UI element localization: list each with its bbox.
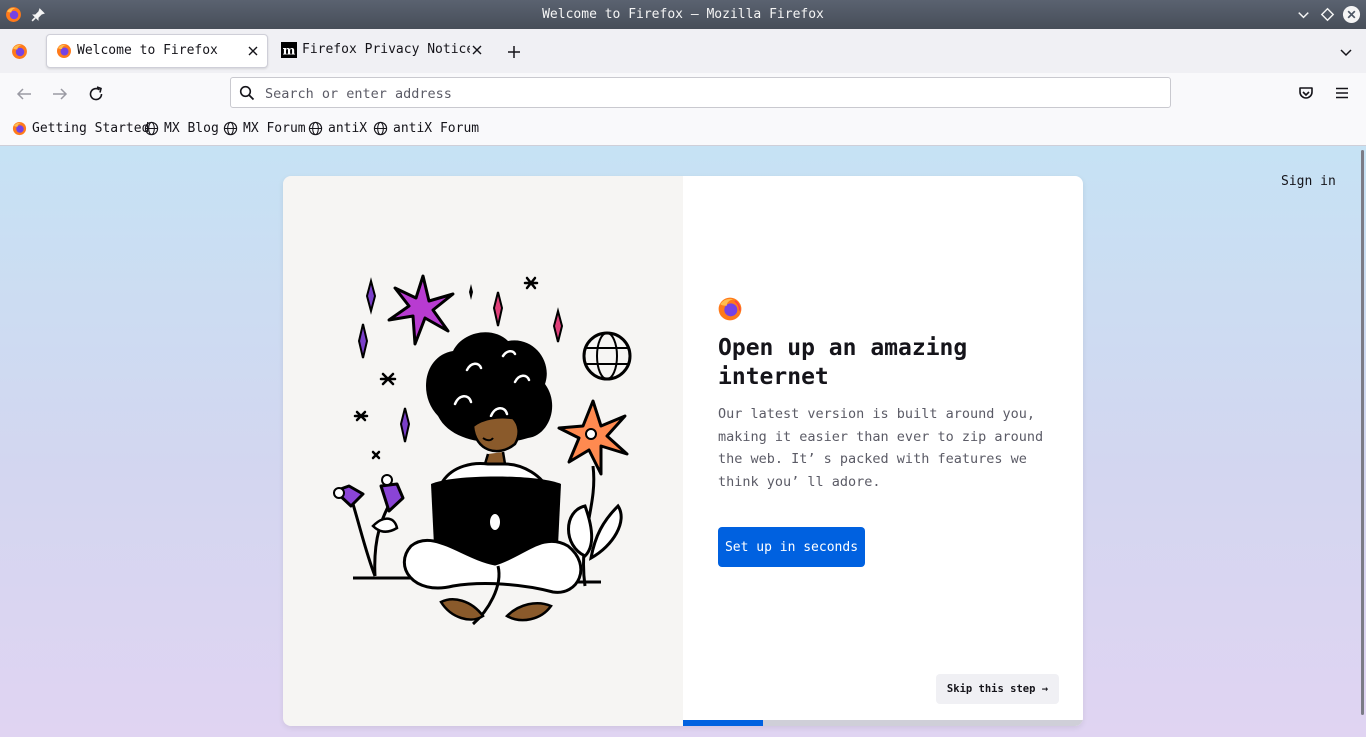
setup-button[interactable]: Set up in seconds [718,527,865,567]
globe-icon [223,121,238,136]
close-tab-icon[interactable] [471,44,483,56]
new-tab-icon[interactable] [506,44,522,60]
bookmark-antix[interactable]: antiX [308,113,368,145]
window-title: Welcome to Firefox — Mozilla Firefox [542,7,824,22]
list-all-tabs-icon[interactable] [1338,44,1354,60]
firefox-view-icon[interactable] [11,43,28,60]
tab-label: Welcome to Firefox [77,43,218,58]
address-bar[interactable] [230,77,1171,109]
bookmark-mx-blog[interactable]: MX Blog [144,113,219,145]
bookmarks-toolbar: Getting Started MX Blog MX Forum antiX a… [0,113,1366,146]
tab-welcome[interactable]: Welcome to Firefox [46,34,268,68]
forward-icon[interactable] [51,85,69,103]
tab-label: Firefox Privacy Notice — [302,42,470,57]
navigation-toolbar [0,73,1366,113]
close-window-icon[interactable] [1342,5,1361,24]
content-panel: Open up an amazing internet Our latest v… [683,176,1083,726]
firefox-icon [57,44,71,58]
globe-icon [308,121,323,136]
globe-icon [144,121,159,136]
progress-fill [683,720,763,726]
window-titlebar: Welcome to Firefox — Mozilla Firefox [0,0,1366,29]
bookmark-label: antiX [328,121,368,136]
mozilla-icon: m [281,42,297,58]
bookmark-label: antiX Forum [393,121,480,136]
bookmark-mx-forum[interactable]: MX Forum [223,113,306,145]
close-tab-icon[interactable] [247,45,259,57]
illustration-panel [283,176,683,726]
back-icon[interactable] [15,85,33,103]
person-with-laptop-illustration [333,274,632,626]
bookmark-antix-forum[interactable]: antiX Forum [373,113,479,145]
bookmark-label: Getting Started [32,121,150,136]
bookmark-getting-started[interactable]: Getting Started [12,113,149,145]
search-input[interactable] [263,78,1147,109]
search-icon [239,85,255,101]
maximize-icon[interactable] [1318,5,1337,24]
reload-icon[interactable] [87,85,105,103]
page-description: Our latest version is built around you, … [718,406,1044,490]
page-content: Sign in Open up an amazing internet Our … [0,146,1366,737]
minimize-icon[interactable] [1294,5,1313,24]
globe-icon [373,121,388,136]
svg-text:m: m [283,44,296,58]
bookmark-label: MX Forum [243,121,306,136]
skip-step-button[interactable]: Skip this step → [936,674,1059,704]
pocket-icon[interactable] [1297,84,1315,102]
firefox-icon [12,121,27,136]
onboarding-card: Open up an amazing internet Our latest v… [283,176,1083,726]
page-title: Open up an amazing internet [718,335,968,390]
progress-bar [683,720,1083,726]
firefox-logo-icon [718,297,742,321]
bookmark-label: MX Blog [164,121,219,136]
menu-icon[interactable] [1333,84,1351,102]
tab-strip: Welcome to Firefox m Firefox Privacy Not… [0,29,1366,74]
sign-in-link[interactable]: Sign in [1281,174,1336,189]
scrollbar[interactable] [1361,150,1364,715]
tab-privacy-notice[interactable]: m Firefox Privacy Notice — [272,34,494,68]
